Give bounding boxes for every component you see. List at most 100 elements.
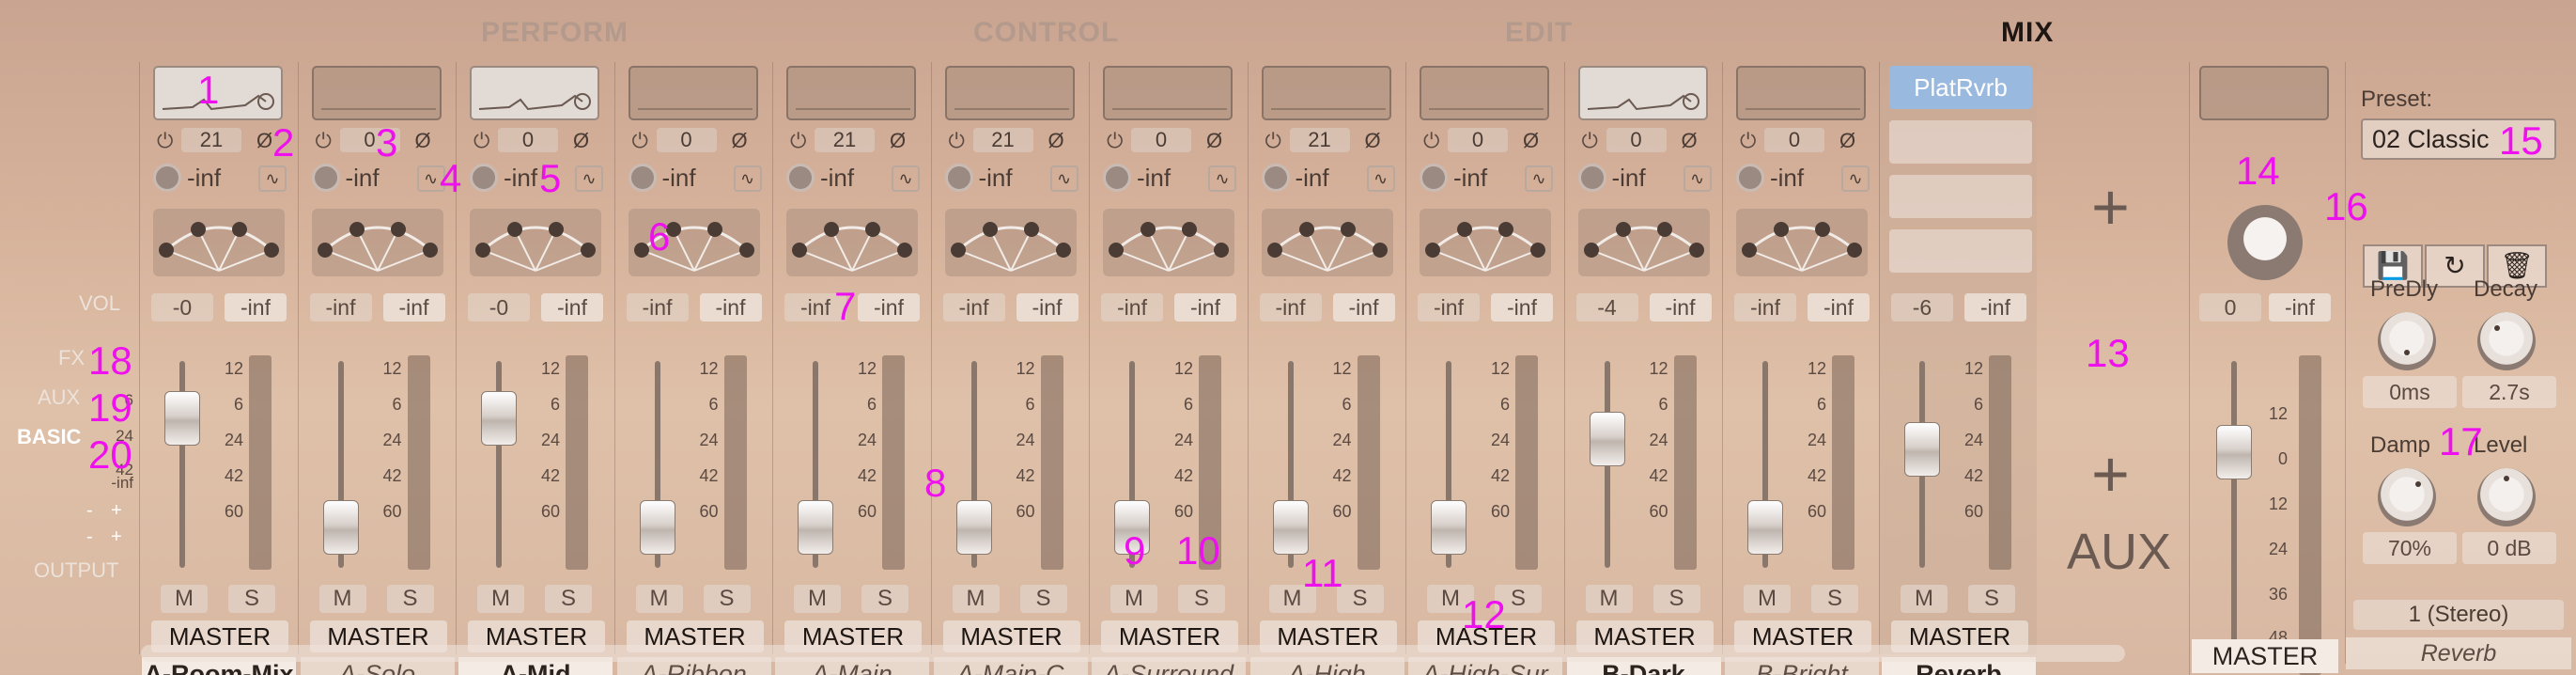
- power-icon[interactable]: ⏻: [949, 129, 965, 153]
- mute-button[interactable]: M: [1901, 585, 1948, 613]
- volume-readout[interactable]: -inf: [626, 293, 689, 322]
- fader-handle[interactable]: [322, 499, 359, 555]
- solo-button[interactable]: S: [861, 585, 908, 613]
- width-plus-button[interactable]: +: [111, 500, 122, 522]
- pan-control[interactable]: [1103, 209, 1234, 276]
- phase-invert-icon[interactable]: Ø: [732, 129, 748, 153]
- trim-knob[interactable]: [1420, 164, 1448, 192]
- volume-readout[interactable]: -inf: [942, 293, 1005, 322]
- tab-perform[interactable]: PERFORM: [481, 17, 628, 49]
- fader-handle[interactable]: [1747, 499, 1783, 555]
- trim-knob[interactable]: [628, 164, 657, 192]
- eq-display[interactable]: [1103, 66, 1233, 120]
- power-icon[interactable]: ⏻: [1107, 129, 1123, 153]
- solo-button[interactable]: S: [1653, 585, 1700, 613]
- solo-button[interactable]: S: [1811, 585, 1858, 613]
- solo-button[interactable]: S: [703, 585, 751, 613]
- gain-readout[interactable]: 0: [1131, 128, 1191, 152]
- insert-slot-empty[interactable]: [1889, 175, 2032, 218]
- trim-knob[interactable]: [944, 164, 973, 192]
- pan-control[interactable]: [1736, 209, 1868, 276]
- gain-readout[interactable]: 0: [1606, 128, 1667, 152]
- decay-knob[interactable]: [2477, 312, 2536, 370]
- phase-invert-icon[interactable]: Ø: [573, 129, 589, 153]
- mute-button[interactable]: M: [1744, 585, 1791, 613]
- power-icon[interactable]: ⏻: [473, 129, 489, 153]
- insert-slot-empty[interactable]: [1889, 229, 2032, 273]
- volume-readout[interactable]: -4: [1575, 293, 1638, 322]
- fader-handle[interactable]: [1272, 499, 1309, 555]
- trim-knob[interactable]: [470, 164, 498, 192]
- add-aux-icon[interactable]: +: [2091, 436, 2130, 511]
- eq-display[interactable]: [1261, 66, 1391, 120]
- side-aux-tab[interactable]: AUX: [38, 385, 80, 410]
- gain-readout[interactable]: 21: [972, 128, 1033, 152]
- volume-readout[interactable]: -inf: [1259, 293, 1322, 322]
- fader-handle[interactable]: [1589, 412, 1625, 466]
- insert-slot-empty[interactable]: [1889, 120, 2032, 164]
- trim-knob[interactable]: [1736, 164, 1764, 192]
- eq-display[interactable]: [470, 66, 599, 120]
- power-icon[interactable]: ⏻: [1740, 129, 1756, 153]
- predelay-knob[interactable]: [2378, 312, 2436, 370]
- volume-readout[interactable]: -inf: [1418, 293, 1480, 322]
- side-fx-tab[interactable]: FX: [58, 346, 85, 370]
- tab-mix[interactable]: MIX: [2001, 17, 2054, 49]
- volume-readout[interactable]: -0: [468, 293, 530, 322]
- pan-control[interactable]: [1261, 209, 1393, 276]
- solo-button[interactable]: S: [545, 585, 592, 613]
- waveform-icon[interactable]: ∿: [1525, 165, 1553, 192]
- pan-control[interactable]: [944, 209, 1077, 276]
- volume-readout[interactable]: -inf: [1101, 293, 1163, 322]
- phase-invert-icon[interactable]: Ø: [1523, 129, 1539, 153]
- mute-button[interactable]: M: [1110, 585, 1157, 613]
- fader-handle[interactable]: [164, 391, 200, 447]
- master-volume-knob[interactable]: [2227, 205, 2303, 280]
- mute-button[interactable]: M: [794, 585, 841, 613]
- trim-knob[interactable]: [1261, 164, 1290, 192]
- height-plus-button[interactable]: +: [111, 526, 122, 548]
- trim-knob[interactable]: [153, 164, 181, 192]
- damp-knob[interactable]: [2378, 468, 2436, 526]
- power-icon[interactable]: ⏻: [632, 129, 648, 153]
- waveform-icon[interactable]: ∿: [1841, 165, 1870, 192]
- power-icon[interactable]: ⏻: [1265, 129, 1281, 153]
- power-icon[interactable]: ⏻: [316, 129, 332, 153]
- reverb-mode-select[interactable]: 1 (Stereo): [2353, 600, 2564, 630]
- power-icon[interactable]: ⏻: [1582, 129, 1598, 153]
- eq-display[interactable]: [786, 66, 916, 120]
- solo-button[interactable]: S: [1019, 585, 1067, 613]
- phase-invert-icon[interactable]: Ø: [1365, 129, 1381, 153]
- fader-handle[interactable]: [639, 499, 675, 555]
- waveform-icon[interactable]: ∿: [1208, 165, 1236, 192]
- master-fader-handle[interactable]: [2216, 424, 2252, 479]
- pan-control[interactable]: [311, 209, 443, 276]
- tab-control[interactable]: CONTROL: [973, 17, 1119, 49]
- solo-button[interactable]: S: [1968, 585, 2015, 613]
- trim-knob[interactable]: [1103, 164, 1131, 192]
- eq-display[interactable]: [944, 66, 1075, 120]
- eq-display[interactable]: [311, 66, 442, 120]
- phase-invert-icon[interactable]: Ø: [1839, 129, 1855, 153]
- power-icon[interactable]: ⏻: [790, 129, 806, 153]
- gain-readout[interactable]: 21: [181, 128, 241, 152]
- waveform-icon[interactable]: ∿: [1366, 165, 1395, 192]
- add-fx-icon[interactable]: +: [2091, 169, 2130, 244]
- volume-readout[interactable]: -0: [151, 293, 213, 322]
- width-minus-button[interactable]: -: [86, 500, 93, 522]
- master-eq-display[interactable]: [2199, 66, 2329, 120]
- phase-invert-icon[interactable]: Ø: [890, 129, 906, 153]
- gain-readout[interactable]: 21: [815, 128, 875, 152]
- waveform-icon[interactable]: ∿: [258, 165, 287, 192]
- solo-button[interactable]: S: [1178, 585, 1225, 613]
- phase-invert-icon[interactable]: Ø: [415, 129, 431, 153]
- pan-control[interactable]: [153, 209, 285, 276]
- power-icon[interactable]: ⏻: [157, 129, 173, 153]
- pan-control[interactable]: [786, 209, 918, 276]
- gain-readout[interactable]: 0: [1448, 128, 1508, 152]
- power-icon[interactable]: ⏻: [1423, 129, 1439, 153]
- tab-edit[interactable]: EDIT: [1505, 17, 1573, 49]
- mute-button[interactable]: M: [952, 585, 1000, 613]
- eq-display[interactable]: [1420, 66, 1549, 120]
- gain-readout[interactable]: 0: [1764, 128, 1824, 152]
